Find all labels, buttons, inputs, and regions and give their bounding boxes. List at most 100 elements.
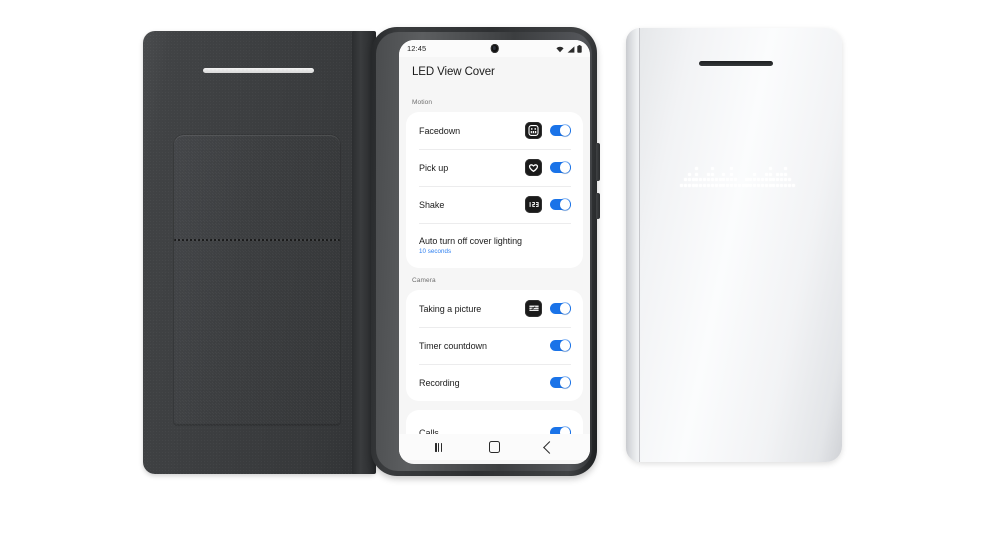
led-dot [726, 178, 730, 182]
phone-device: 12:45 LED View Cover Motion Facedown Pic… [371, 27, 600, 476]
section-header-motion: Motion [412, 99, 433, 106]
led-dot [783, 183, 788, 187]
led-dot [680, 183, 684, 187]
led-dot [722, 172, 726, 176]
led-dot [772, 178, 776, 182]
recents-button[interactable] [435, 442, 444, 452]
led-dot [706, 183, 711, 187]
led-dot [687, 183, 691, 187]
led-dot [699, 178, 703, 182]
card-pocket [174, 135, 340, 425]
setting-row-pickup[interactable]: Pick up [406, 149, 583, 186]
led-dot [787, 178, 791, 182]
led-dot [768, 172, 772, 176]
heart-led-icon [525, 159, 542, 176]
led-dot [764, 178, 768, 182]
toggle-recording[interactable] [550, 376, 571, 389]
led-dot [760, 183, 764, 187]
led-dot [780, 172, 784, 176]
toggle-timer-countdown[interactable] [550, 339, 571, 352]
row-label: Auto turn off cover lighting [419, 236, 522, 246]
toggle-taking-a-picture[interactable] [550, 302, 571, 315]
led-dot [710, 178, 714, 182]
led-dot [776, 183, 780, 187]
led-dot [749, 183, 753, 187]
phone-screen: 12:45 LED View Cover Motion Facedown Pic… [399, 40, 590, 464]
led-dot [730, 167, 734, 171]
row-sublabel: 10 seconds [419, 248, 452, 255]
section-header-camera: Camera [412, 277, 436, 284]
light-flip-cover [626, 28, 842, 462]
led-dot [733, 183, 737, 187]
led-dot [695, 183, 699, 187]
setting-row-facedown[interactable]: Facedown [406, 112, 583, 149]
setting-row-shake[interactable]: Shake [406, 186, 583, 223]
row-label: Timer countdown [419, 340, 487, 351]
led-dot [733, 178, 737, 182]
led-dot [776, 172, 780, 176]
led-dot [741, 183, 745, 187]
led-dot [783, 178, 788, 182]
led-dot [714, 178, 718, 182]
home-button[interactable] [488, 441, 501, 453]
led-dot [710, 172, 714, 176]
led-dot [745, 183, 749, 187]
status-time: 12:45 [407, 44, 427, 53]
led-dot [714, 183, 718, 187]
led-dot [703, 178, 707, 182]
led-dot [730, 178, 734, 182]
led-dot [768, 178, 772, 182]
led-dot [760, 178, 764, 182]
led-dot [768, 167, 772, 171]
led-dot [718, 183, 722, 187]
led-dot [695, 172, 699, 176]
battery-icon [577, 40, 582, 58]
setting-row-recording[interactable]: Recording [406, 364, 583, 401]
led-dot [780, 183, 784, 187]
settings-card-camera: Taking a picture Timer countdown Recordi… [406, 290, 583, 401]
led-dot [710, 167, 714, 171]
settings-card-motion: Facedown Pick up Shake Auto turn off cov… [406, 112, 583, 268]
led-dot [745, 178, 749, 182]
setting-row-taking-a-picture[interactable]: Taking a picture [406, 290, 583, 327]
toggle-facedown[interactable] [550, 124, 571, 137]
led-dot [706, 172, 711, 176]
power-button[interactable] [596, 193, 600, 219]
led-dot [780, 178, 784, 182]
led-dot [787, 183, 791, 187]
led-dot [757, 178, 761, 182]
volume-button[interactable] [596, 143, 600, 181]
row-label: Pick up [419, 162, 449, 173]
led-dot [753, 172, 757, 176]
smiley-led-icon [525, 122, 542, 139]
led-dot [753, 183, 757, 187]
settings-scroll-area[interactable]: Motion Facedown Pick up Shake Auto turn … [399, 90, 590, 460]
row-label: Shake [419, 199, 445, 210]
led-dot [722, 178, 726, 182]
digits-led-icon [525, 196, 542, 213]
led-dot [764, 183, 768, 187]
speaker-slot [699, 61, 773, 66]
wifi-icon [556, 40, 564, 58]
led-dot [783, 167, 788, 171]
led-dot [749, 178, 753, 182]
toggle-pickup[interactable] [550, 161, 571, 174]
setting-row-timer-countdown[interactable]: Timer countdown [406, 327, 583, 364]
camera-led-icon [525, 300, 542, 317]
led-dot [706, 178, 711, 182]
row-label: Facedown [419, 125, 461, 136]
led-light-slot [203, 68, 314, 73]
led-dot-matrix [680, 162, 795, 192]
led-dot [783, 172, 788, 176]
row-label: Taking a picture [419, 303, 482, 314]
pocket-stitch-line [174, 239, 340, 241]
back-button[interactable] [542, 440, 556, 454]
led-dot [683, 178, 687, 182]
dark-flip-cover [143, 31, 375, 474]
led-dot [730, 172, 734, 176]
signal-icon [567, 40, 575, 58]
toggle-shake[interactable] [550, 198, 571, 211]
led-dot [703, 183, 707, 187]
setting-row-auto-turn-off[interactable]: Auto turn off cover lighting 10 seconds [406, 223, 583, 268]
status-bar: 12:45 [399, 40, 590, 57]
